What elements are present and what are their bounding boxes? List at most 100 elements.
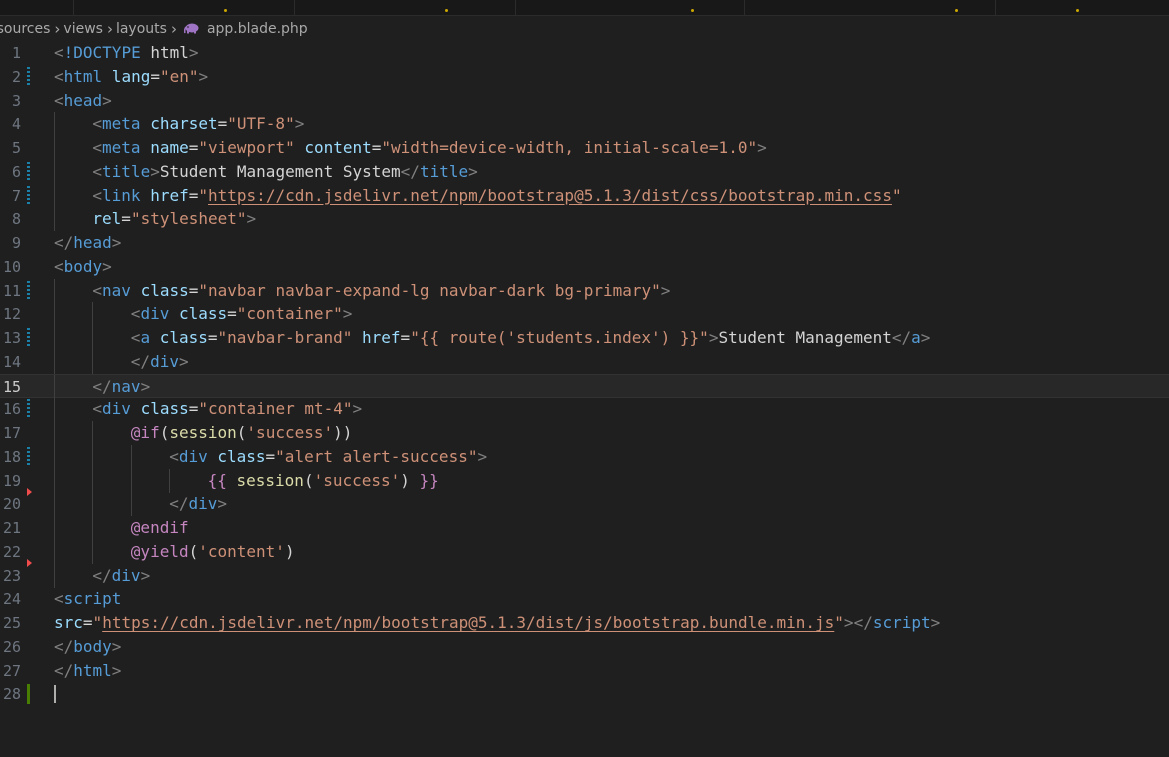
- code-text: @endif: [130, 518, 189, 537]
- editor-tab[interactable]: [74, 0, 295, 15]
- indent-guide: [92, 492, 94, 517]
- code-text: <head>: [54, 90, 112, 110]
- code-line[interactable]: 10 <body>: [0, 255, 1169, 279]
- code-line[interactable]: 13 <a class="navbar-brand" href="{{ route…: [0, 326, 1169, 350]
- line-number: 18: [2, 447, 21, 466]
- code-text: <script: [54, 589, 122, 609]
- code-line[interactable]: 19 {{ session('success') }}: [0, 468, 1169, 496]
- indent-guide: [54, 349, 55, 374]
- code-line[interactable]: 7 <link href="https://cdn.jsdelivr.net/np…: [0, 183, 1169, 208]
- indent-guide: [54, 159, 55, 184]
- php-elephant-icon: [183, 22, 200, 34]
- unsaved-dot-icon: [224, 9, 227, 12]
- code-line[interactable]: 17 @if(session('success')): [0, 421, 1169, 445]
- indent-guide: [92, 444, 94, 469]
- code-text: <nav class="navbar navbar-expand-lg navb…: [92, 280, 671, 300]
- modified-line-marker[interactable]: [27, 446, 30, 467]
- editor-tab[interactable]: [996, 0, 1169, 15]
- code-line[interactable]: 14 </div>: [0, 349, 1169, 374]
- indent-guide: [54, 278, 55, 303]
- code-text: </head>: [54, 233, 122, 252]
- breadcrumb-item-file[interactable]: app.blade.php: [207, 21, 308, 37]
- editor-tab[interactable]: [295, 0, 516, 15]
- code-text: @if(session('success')): [130, 423, 353, 442]
- line-number: 17: [2, 424, 21, 442]
- code-text: <link href="https://cdn.jsdelivr.net/npm…: [92, 185, 902, 205]
- modified-line-marker[interactable]: [27, 185, 30, 206]
- code-line[interactable]: 2 <html lang="en">: [0, 65, 1169, 89]
- line-number: 11: [2, 281, 21, 300]
- line-number: 27: [2, 661, 21, 680]
- line-number: 26: [2, 637, 21, 656]
- indent-guide: [92, 349, 94, 374]
- code-text: @yield('content'): [130, 541, 295, 561]
- chevron-right-icon: ›: [54, 20, 61, 38]
- editor-tab[interactable]: [516, 0, 745, 15]
- indent-guide: [92, 539, 94, 564]
- code-line[interactable]: 26 </body>: [0, 635, 1169, 659]
- code-line[interactable]: 12 <div class="container">: [0, 302, 1169, 327]
- line-number: 7: [11, 186, 21, 205]
- code-text: <body>: [54, 256, 112, 276]
- editor-tab[interactable]: [745, 0, 996, 15]
- code-line[interactable]: 3 <head>: [0, 89, 1169, 113]
- code-line[interactable]: 11 <nav class="navbar navbar-expand-lg na…: [0, 278, 1169, 303]
- code-text: <meta charset="UTF-8">: [92, 114, 305, 134]
- indent-guide: [130, 468, 132, 493]
- indent-guide: [54, 136, 55, 160]
- editor-tab[interactable]: [0, 0, 74, 15]
- code-line[interactable]: 6 <title>Student Management System</title…: [0, 159, 1169, 184]
- modified-line-marker[interactable]: [27, 66, 30, 87]
- code-line[interactable]: 1 <!DOCTYPE html>: [0, 41, 1169, 65]
- modified-line-marker[interactable]: [27, 280, 30, 301]
- line-number: 1: [11, 44, 21, 62]
- line-number: 5: [11, 139, 21, 157]
- code-line[interactable]: 22 @yield('content'): [0, 539, 1169, 567]
- code-line[interactable]: 9 </head>: [0, 231, 1169, 255]
- code-line[interactable]: 16 <div class="container mt-4">: [0, 397, 1169, 422]
- code-line[interactable]: 28: [0, 682, 1169, 706]
- code-editor[interactable]: 1 <!DOCTYPE html> 2 <html lang="en"> 3 <head>…: [0, 41, 1169, 757]
- editor-tab-strip: [0, 0, 1169, 16]
- modified-line-marker[interactable]: [27, 328, 30, 348]
- code-line[interactable]: 20 </div>: [0, 492, 1169, 517]
- indent-guide: [54, 112, 55, 137]
- indent-guide: [54, 207, 55, 232]
- code-text: <div class="container mt-4">: [92, 399, 363, 419]
- code-line[interactable]: 27 </html>: [0, 659, 1169, 683]
- modified-line-marker[interactable]: [27, 399, 30, 420]
- code-text: {{ session('success') }}: [207, 470, 439, 490]
- code-line[interactable]: 18 <div class="alert alert-success">: [0, 444, 1169, 469]
- code-line[interactable]: 8 rel="stylesheet">: [0, 207, 1169, 232]
- unsaved-dot-icon: [1076, 9, 1079, 12]
- code-line[interactable]: 15 </nav>: [0, 373, 1169, 399]
- indent-guide: [92, 516, 94, 540]
- breadcrumb-item-views[interactable]: views: [63, 21, 103, 37]
- breadcrumb-item-resources[interactable]: esources: [0, 21, 50, 37]
- breadcrumb-item-layouts[interactable]: layouts: [116, 21, 167, 37]
- code-text: </html>: [54, 660, 122, 680]
- indent-guide: [92, 468, 94, 493]
- code-text: <html lang="en">: [54, 66, 209, 86]
- code-line[interactable]: 21 @endif: [0, 516, 1169, 540]
- code-text: <div class="container">: [130, 304, 353, 324]
- unsaved-dot-icon: [955, 9, 958, 12]
- indent-guide: [130, 444, 132, 469]
- code-text: </div>: [130, 351, 189, 371]
- indent-guide: [54, 183, 55, 208]
- added-line-marker[interactable]: [27, 684, 30, 705]
- indent-guide: [92, 302, 94, 327]
- code-line[interactable]: 24 <script: [0, 587, 1169, 611]
- indent-guide: [54, 397, 55, 422]
- modified-line-marker[interactable]: [27, 161, 30, 182]
- code-text: <a class="navbar-brand" href="{{ route('…: [130, 328, 931, 347]
- code-text: </div>: [169, 494, 227, 514]
- code-line[interactable]: 5 <meta name="viewport" content="width=de…: [0, 136, 1169, 160]
- line-number: 21: [2, 519, 21, 537]
- line-number: 9: [11, 234, 21, 252]
- line-number: 10: [2, 257, 21, 276]
- code-text: <!DOCTYPE html>: [54, 43, 199, 62]
- code-line[interactable]: 25 src="https://cdn.jsdelivr.net/npm/boot…: [0, 611, 1169, 635]
- code-line[interactable]: 23 </div>: [0, 563, 1169, 588]
- code-line[interactable]: 4 <meta charset="UTF-8">: [0, 112, 1169, 137]
